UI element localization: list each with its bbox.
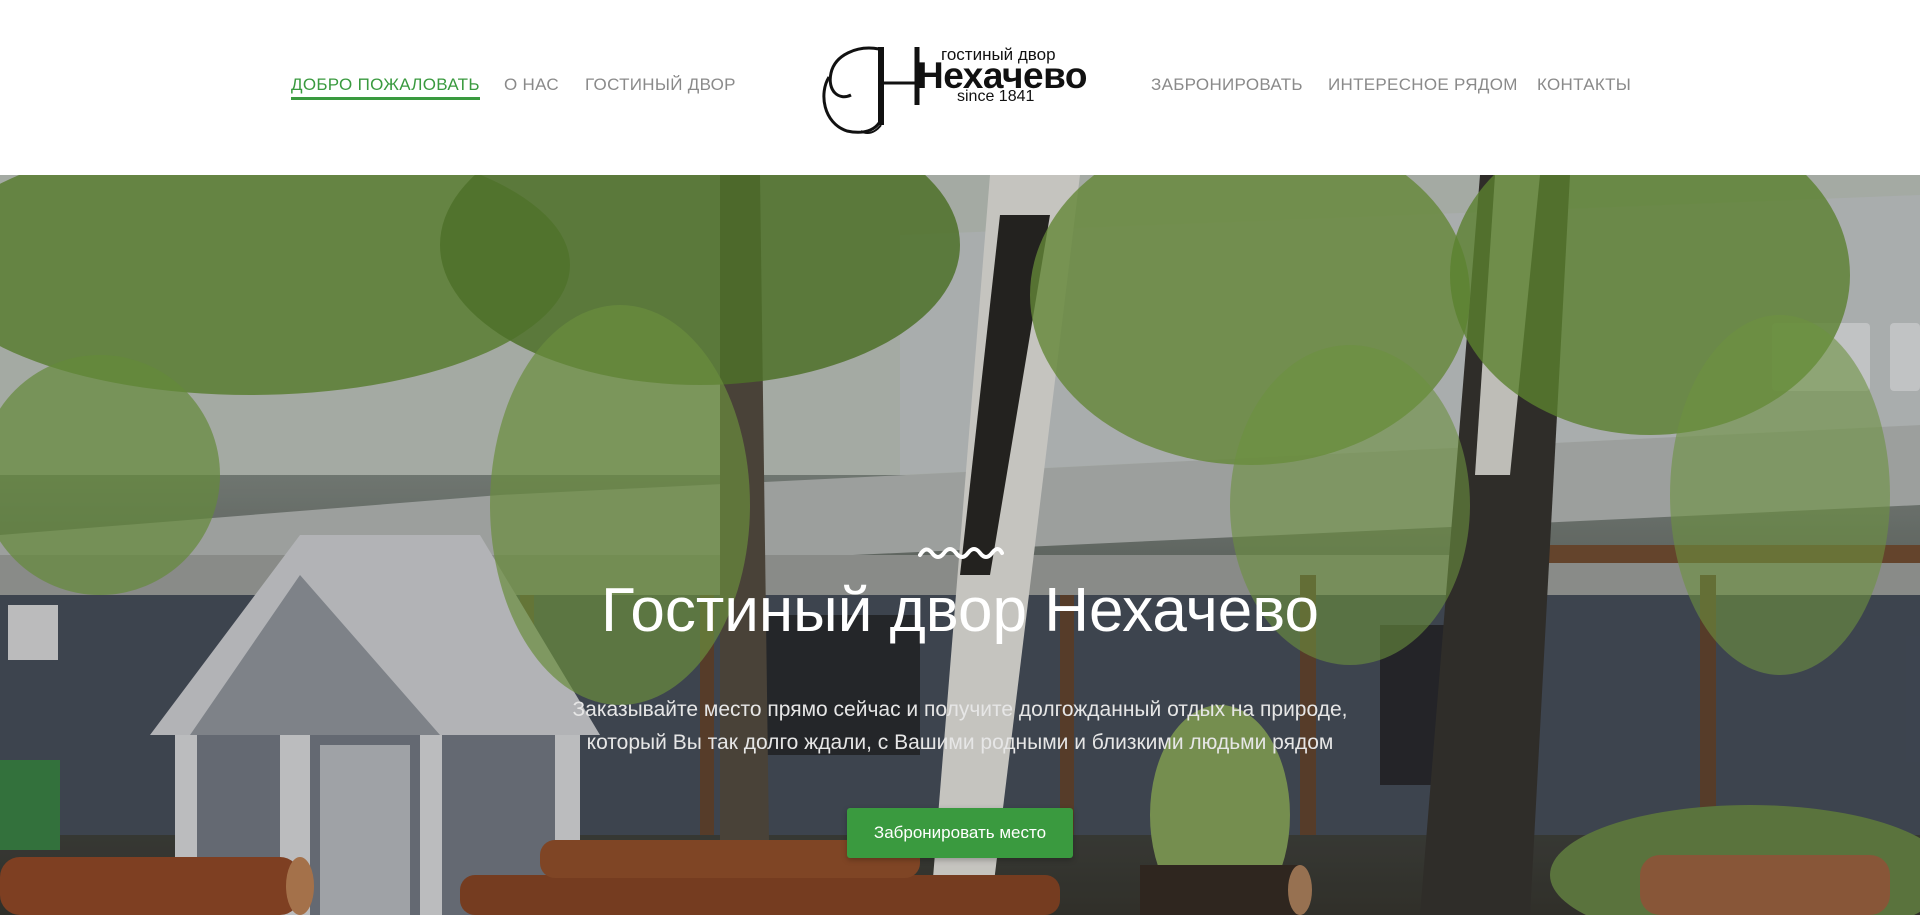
hero-title: Гостиный двор Нехачево — [600, 576, 1320, 645]
site-header: ДОБРО ПОЖАЛОВАТЬ О НАС ГОСТИНЫЙ ДВОР гос… — [0, 0, 1920, 175]
book-place-button[interactable]: Забронировать место — [847, 808, 1073, 858]
hero-subtitle: Заказывайте место прямо сейчас и получит… — [460, 693, 1460, 759]
logo-monogram-icon — [822, 46, 920, 134]
nav-nearby[interactable]: ИНТЕРЕСНОЕ РЯДОМ — [1328, 75, 1518, 95]
site-logo[interactable]: гостиный двор Нехачево since 1841 — [817, 43, 1087, 135]
nav-book[interactable]: ЗАБРОНИРОВАТЬ — [1151, 75, 1303, 95]
hero-subtitle-line-1: Заказывайте место прямо сейчас и получит… — [572, 698, 1348, 721]
hero-subtitle-line-2: который Вы так долго ждали, с Вашими род… — [586, 731, 1334, 754]
logo-since: since 1841 — [957, 88, 1035, 105]
nav-welcome[interactable]: ДОБРО ПОЖАЛОВАТЬ — [291, 75, 480, 100]
wave-divider-icon — [918, 547, 1004, 559]
nav-contacts[interactable]: КОНТАКТЫ — [1537, 75, 1631, 95]
nav-about[interactable]: О НАС — [504, 75, 559, 95]
nav-guest-house[interactable]: ГОСТИНЫЙ ДВОР — [585, 75, 736, 95]
hero-section: Гостиный двор Нехачево Заказывайте место… — [0, 175, 1920, 915]
